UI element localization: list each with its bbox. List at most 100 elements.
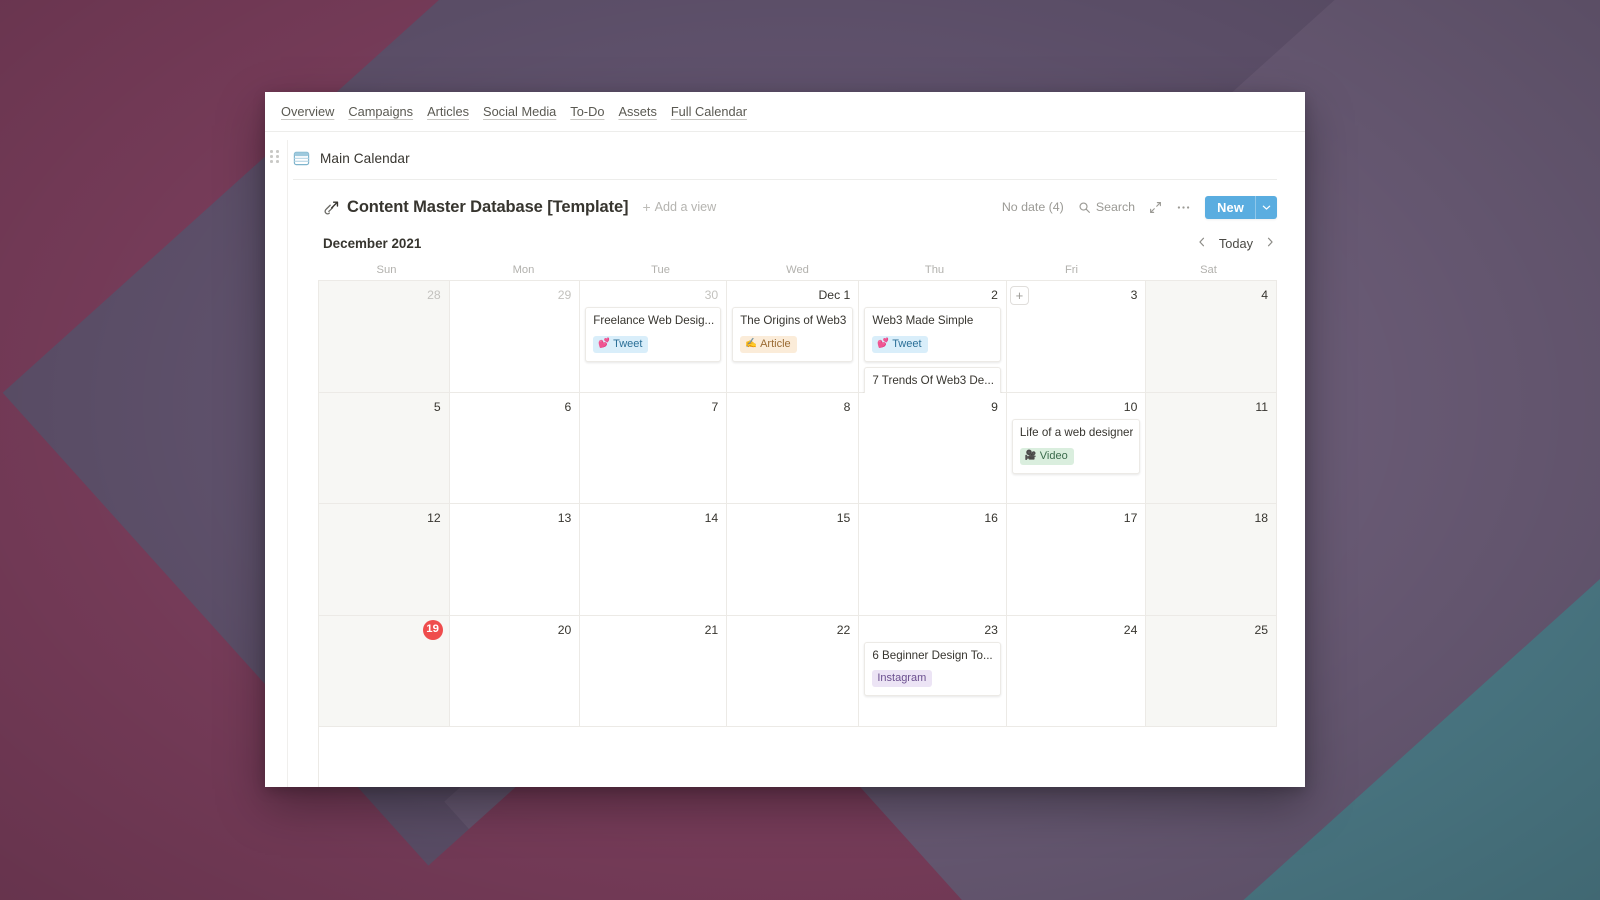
block-header-divider	[293, 179, 1277, 180]
desktop-wallpaper: Overview Campaigns Articles Social Media…	[0, 0, 1600, 900]
quick-add-event-button[interactable]: +	[1009, 286, 1029, 305]
search-button[interactable]: Search	[1078, 200, 1135, 214]
calendar-date-number: 24	[1123, 622, 1138, 637]
calendar-day-cell[interactable]: 25	[1146, 615, 1277, 727]
calendar-day-cell[interactable]: 5	[319, 392, 450, 504]
calendar-date-number: 7	[711, 399, 719, 414]
block-left-rule	[287, 140, 288, 787]
calendar-day-cell[interactable]: 6	[449, 392, 581, 504]
calendar-day-cell[interactable]: 4	[1146, 281, 1277, 393]
calendar-date-line: 21	[585, 622, 721, 639]
calendar-day-cell[interactable]: 11	[1146, 392, 1277, 504]
linked-database-icon	[323, 199, 340, 216]
search-icon	[1078, 201, 1091, 214]
calendar-day-cell[interactable]: 20	[449, 615, 581, 727]
calendar-day-cell[interactable]: 22	[727, 615, 860, 727]
calendar-event-card[interactable]: 6 Beginner Design To... Instagram	[864, 641, 1001, 697]
calendar-day-cell[interactable]: 29	[449, 281, 581, 393]
no-date-button[interactable]: No date (4)	[1002, 200, 1064, 214]
calendar-date-number: 22	[836, 622, 851, 637]
calendar-date-number: 5	[433, 399, 441, 414]
calendar-date-number: 20	[557, 622, 572, 637]
nav-tab-to-do[interactable]: To-Do	[570, 102, 604, 121]
nav-tab-articles[interactable]: Articles	[427, 102, 469, 121]
calendar-day-cell[interactable]: 18	[1146, 504, 1277, 616]
weekday-header-row: Sun Mon Tue Wed Thu Fri Sat	[318, 260, 1277, 280]
more-horizontal-icon[interactable]	[1176, 200, 1191, 215]
calendar-date-number: 16	[984, 511, 998, 526]
search-label: Search	[1095, 200, 1136, 214]
calendar-month-nav: Today	[1195, 234, 1277, 252]
calendar-day-cell[interactable]: 10 Life of a web designer 🎥 Video	[1006, 392, 1147, 504]
calendar-day-cell[interactable]: 19	[319, 615, 450, 727]
event-type-tag: Instagram	[872, 669, 933, 688]
calendar-block-header: Main Calendar	[293, 150, 410, 167]
calendar-event-card[interactable]: Web3 Made Simple 💕 Tweet	[864, 307, 1001, 363]
calendar-day-cell[interactable]: 15	[727, 504, 860, 616]
nav-tab-overview[interactable]: Overview	[281, 102, 334, 121]
nav-tab-full-calendar[interactable]: Full Calendar	[671, 102, 747, 121]
calendar-day-cell[interactable]: 24	[1006, 615, 1147, 727]
calendar-date-line: 24	[1012, 622, 1140, 639]
top-nav-bar: Overview Campaigns Articles Social Media…	[265, 92, 1305, 132]
calendar-event-card[interactable]: Life of a web designer 🎥 Video	[1011, 418, 1141, 474]
calendar-day-cell[interactable]: +3	[1006, 281, 1147, 393]
event-title: Life of a web designer	[1019, 425, 1134, 439]
calendar-day-cell[interactable]: 16	[859, 504, 1007, 616]
calendar-day-cell[interactable]: 9	[859, 392, 1007, 504]
calendar-date-line: 22	[732, 622, 853, 639]
expand-icon[interactable]	[1149, 201, 1162, 214]
calendar-day-cell[interactable]: 17	[1006, 504, 1147, 616]
calendar-date-line: 30	[585, 287, 721, 304]
nav-tab-social-media[interactable]: Social Media	[483, 102, 556, 121]
calendar-event-card[interactable]: The Origins of Web3 ✍️ Article	[732, 307, 854, 363]
today-button[interactable]: Today	[1219, 236, 1253, 251]
calendar-date-line: 20	[455, 622, 575, 639]
block-drag-handle[interactable]	[270, 150, 280, 164]
calendar-date-number: 28	[427, 288, 441, 303]
calendar-date-line: 3	[1012, 287, 1140, 304]
calendar-day-cell[interactable]: 2 Web3 Made Simple 💕 Tweet 7 Trends Of Web3 …	[859, 281, 1007, 423]
calendar-day-cell[interactable]: 14	[580, 504, 728, 616]
calendar-day-cell[interactable]: 28	[319, 281, 450, 393]
calendar-month-row: December 2021 Today	[323, 230, 1277, 256]
calendar-grid: 28 29 30 Freelance Web Desig... 💕 Tweet Dec 1T…	[318, 280, 1277, 787]
calendar-day-cell[interactable]: 12	[319, 504, 450, 616]
calendar-day-cell[interactable]: 7	[580, 392, 728, 504]
calendar-date-line: 29	[455, 287, 575, 304]
toolbar-right-group: No date (4) Search New	[1002, 195, 1277, 219]
new-button[interactable]: New	[1205, 195, 1277, 219]
calendar-block-title: Main Calendar	[320, 151, 410, 166]
nav-tab-assets[interactable]: Assets	[618, 102, 656, 121]
calendar-date-line: 14	[585, 510, 721, 527]
chevron-left-icon[interactable]	[1195, 234, 1209, 252]
calendar-event-card[interactable]: Freelance Web Desig... 💕 Tweet	[585, 307, 722, 363]
calendar-date-number: 15	[836, 511, 851, 526]
app-window: Overview Campaigns Articles Social Media…	[265, 92, 1305, 787]
calendar-date-line: 28	[324, 287, 444, 304]
tag-emoji-icon: 🎥	[1024, 449, 1037, 461]
weekday-label-tue: Tue	[651, 264, 670, 276]
calendar-date-number: 6	[564, 399, 572, 414]
nav-tab-campaigns[interactable]: Campaigns	[348, 102, 413, 121]
chevron-down-icon[interactable]	[1255, 195, 1277, 219]
calendar-day-cell[interactable]: 21	[580, 615, 728, 727]
calendar-day-cell[interactable]: 30 Freelance Web Desig... 💕 Tweet	[580, 281, 728, 393]
calendar-date-number: 8	[843, 399, 851, 414]
calendar-day-cell[interactable]: 8	[727, 392, 860, 504]
calendar-date-number: 25	[1254, 622, 1268, 637]
calendar-day-cell[interactable]: 23 6 Beginner Design To... Instagram	[859, 615, 1007, 727]
calendar-day-cell[interactable]: Dec 1 The Origins of Web3 ✍️ Article	[727, 281, 860, 393]
calendar-date-number: 2	[991, 288, 998, 303]
plus-icon: +	[642, 199, 651, 215]
weekday-label-mon: Mon	[512, 264, 535, 276]
add-view-button[interactable]: + Add a view	[642, 200, 716, 214]
calendar-date-number: 4	[1261, 288, 1268, 303]
calendar-date-line: 5	[324, 399, 444, 416]
calendar-day-cell[interactable]: 13	[449, 504, 581, 616]
tag-label: Instagram	[877, 671, 927, 684]
chevron-right-icon[interactable]	[1263, 234, 1277, 252]
database-title-group[interactable]: Content Master Database [Template]	[323, 198, 629, 217]
weekday-label-fri: Fri	[1064, 264, 1079, 276]
event-title: Freelance Web Desig...	[593, 314, 715, 327]
